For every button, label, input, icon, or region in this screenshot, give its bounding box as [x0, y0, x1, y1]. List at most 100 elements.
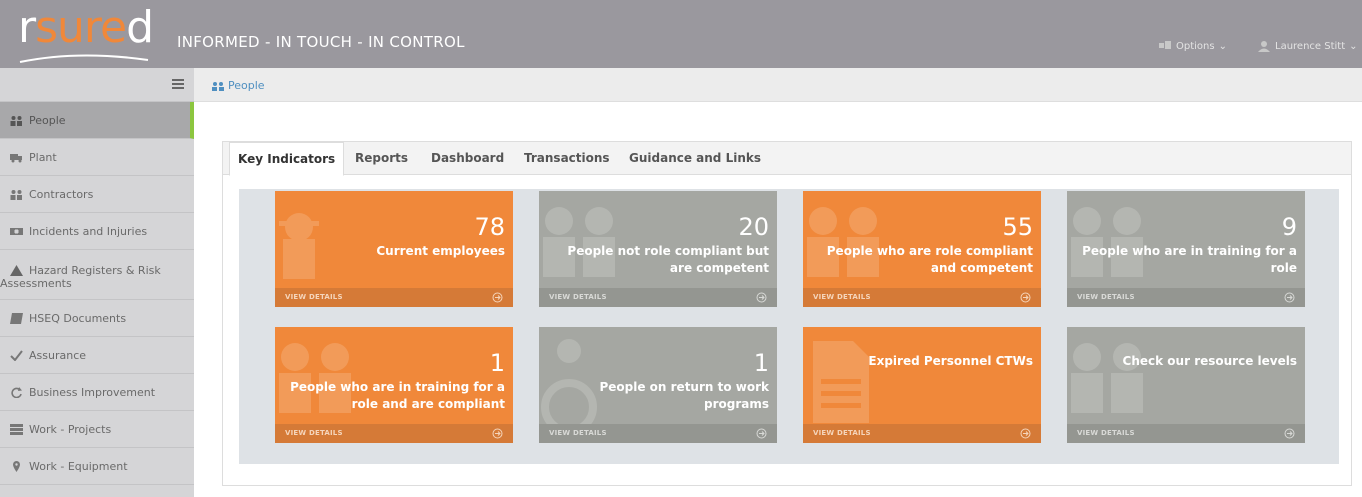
- view-details-link[interactable]: VIEW DETAILS: [285, 429, 343, 437]
- truck-icon: [10, 153, 22, 162]
- tile-return-to-work[interactable]: 1 People on return to work programs VIEW…: [539, 327, 777, 443]
- user-name: Laurence Stitt: [1275, 40, 1346, 52]
- breadcrumb: People: [194, 68, 1362, 102]
- view-details-link[interactable]: VIEW DETAILS: [549, 293, 607, 301]
- sidebar-item-hseq-documents[interactable]: HSEQ Documents: [0, 300, 194, 337]
- tile-text: People on return to work programs: [599, 380, 769, 411]
- breadcrumb-link[interactable]: People: [212, 79, 265, 92]
- tile-current-employees[interactable]: 78 Current employees VIEW DETAILS: [275, 191, 513, 307]
- sidebar-item-contractors[interactable]: Contractors: [0, 176, 194, 213]
- tile-text: People not role compliant but are compet…: [567, 244, 769, 275]
- arrow-circle-right-icon: [1020, 428, 1031, 439]
- book-icon: [10, 312, 23, 324]
- tile-number: 55: [1002, 213, 1033, 241]
- sidebar-item-incidents[interactable]: Incidents and Injuries: [0, 213, 194, 250]
- sidebar-item-label: Contractors: [29, 187, 94, 201]
- sidebar-item-assurance[interactable]: Assurance: [0, 337, 194, 374]
- tile-footer[interactable]: VIEW DETAILS: [1067, 424, 1305, 443]
- main-panel: Key Indicators Reports Dashboard Transac…: [222, 141, 1352, 486]
- tile-footer[interactable]: VIEW DETAILS: [539, 424, 777, 443]
- logo-letter-r: r: [18, 2, 36, 53]
- tile-text: People who are in training for a role an…: [290, 380, 505, 411]
- user-menu[interactable]: Laurence Stitt ⌄: [1257, 40, 1358, 52]
- sidebar-item-label: HSEQ Documents: [29, 311, 127, 325]
- tab-key-indicators[interactable]: Key Indicators: [229, 142, 345, 176]
- view-details-link[interactable]: VIEW DETAILS: [813, 293, 871, 301]
- tagline: INFORMED - IN TOUCH - IN CONTROL: [177, 33, 465, 51]
- map-marker-icon: [13, 460, 20, 472]
- list-icon: [10, 423, 23, 435]
- tile-number: 9: [1281, 213, 1297, 241]
- arrow-circle-right-icon: [756, 292, 767, 303]
- tile-footer[interactable]: VIEW DETAILS: [539, 288, 777, 307]
- refresh-icon: [11, 386, 22, 398]
- sidebar-toggle-bar: [0, 68, 194, 102]
- arrow-circle-right-icon: [1284, 292, 1295, 303]
- options-icon: [1159, 41, 1171, 49]
- tab-reports[interactable]: Reports: [347, 142, 416, 175]
- chevron-down-icon: ⌄: [1349, 40, 1358, 52]
- sidebar-item-label: Work - Equipment: [29, 459, 128, 473]
- options-menu[interactable]: Options ⌄: [1158, 40, 1227, 52]
- tile-footer[interactable]: VIEW DETAILS: [275, 424, 513, 443]
- tile-not-role-compliant-competent[interactable]: 20 People not role compliant but are com…: [539, 191, 777, 307]
- logo-letter-d: d: [126, 2, 154, 53]
- sidebar-item-label: Assurance: [29, 348, 87, 362]
- options-label: Options: [1176, 40, 1215, 52]
- tile-footer[interactable]: VIEW DETAILS: [803, 288, 1041, 307]
- tile-number: 1: [753, 349, 769, 377]
- sidebar-item-label: People: [29, 113, 66, 127]
- sidebar-item-label: Business Improvement: [29, 385, 156, 399]
- arrow-circle-right-icon: [492, 428, 503, 439]
- tab-transactions[interactable]: Transactions: [516, 142, 618, 175]
- sidebar-item-label: Work - Projects: [29, 422, 112, 436]
- tile-footer[interactable]: VIEW DETAILS: [803, 424, 1041, 443]
- sidebar-item-label-line1: Hazard Registers & Risk: [29, 264, 161, 277]
- arrow-circle-right-icon: [1284, 428, 1295, 439]
- tab-dashboard[interactable]: Dashboard: [423, 142, 512, 175]
- tile-footer[interactable]: VIEW DETAILS: [275, 288, 513, 307]
- logo-sure: sure: [35, 2, 127, 53]
- sidebar-item-people[interactable]: People: [0, 102, 194, 139]
- tab-guidance-and-links[interactable]: Guidance and Links: [621, 142, 769, 175]
- tile-text: Expired Personnel CTWs: [868, 354, 1033, 368]
- user-avatar-icon: [1258, 41, 1270, 52]
- tile-in-training-and-compliant[interactable]: 1 People who are in training for a role …: [275, 327, 513, 443]
- chevron-down-icon: ⌄: [1218, 40, 1227, 52]
- tile-in-training-for-role[interactable]: 9 People who are in training for a role …: [1067, 191, 1305, 307]
- sidebar-item-work-projects[interactable]: Work - Projects: [0, 411, 194, 448]
- arrow-circle-right-icon: [1020, 292, 1031, 303]
- sidebar-item-plant[interactable]: Plant: [0, 139, 194, 176]
- tile-expired-ctws[interactable]: Expired Personnel CTWs VIEW DETAILS: [803, 327, 1041, 443]
- sidebar-item-label-line2: Assessments: [0, 277, 72, 290]
- people-icon: [10, 115, 22, 126]
- view-details-link[interactable]: VIEW DETAILS: [1077, 293, 1135, 301]
- sidebar-item-business-improvement[interactable]: Business Improvement: [0, 374, 194, 411]
- tile-footer[interactable]: VIEW DETAILS: [1067, 288, 1305, 307]
- view-details-link[interactable]: VIEW DETAILS: [1077, 429, 1135, 437]
- tile-text: Current employees: [376, 244, 505, 258]
- hamburger-icon[interactable]: [172, 79, 184, 89]
- view-details-link[interactable]: VIEW DETAILS: [285, 293, 343, 301]
- tile-text: Check our resource levels: [1122, 354, 1297, 368]
- tile-role-compliant-competent[interactable]: 55 People who are role compliant and com…: [803, 191, 1041, 307]
- tile-text: People who are role compliant and compet…: [826, 244, 1033, 275]
- tile-number: 1: [489, 349, 505, 377]
- rsured-logo[interactable]: rsured: [18, 2, 168, 66]
- sidebar-item-hazard-registers[interactable]: Hazard Registers & Risk Assessments: [0, 250, 194, 300]
- sidebar: People Plant Contractors Incidents and I…: [0, 68, 194, 497]
- arrow-circle-right-icon: [756, 428, 767, 439]
- key-indicators-grid: 78 Current employees VIEW DETAILS 20 Peo…: [239, 189, 1339, 464]
- sidebar-item-work-equipment[interactable]: Work - Equipment: [0, 448, 194, 485]
- tile-number: 78: [474, 213, 505, 241]
- sidebar-item-label: Plant: [29, 150, 57, 164]
- people-icon: [212, 81, 224, 91]
- tab-bar: Key Indicators Reports Dashboard Transac…: [223, 142, 1351, 176]
- warning-icon: [10, 265, 23, 276]
- top-header: rsured INFORMED - IN TOUCH - IN CONTROL …: [0, 0, 1362, 68]
- view-details-link[interactable]: VIEW DETAILS: [813, 429, 871, 437]
- logo-swoosh-icon: [19, 54, 149, 63]
- arrow-circle-right-icon: [492, 292, 503, 303]
- tile-resource-levels[interactable]: Check our resource levels VIEW DETAILS: [1067, 327, 1305, 443]
- view-details-link[interactable]: VIEW DETAILS: [549, 429, 607, 437]
